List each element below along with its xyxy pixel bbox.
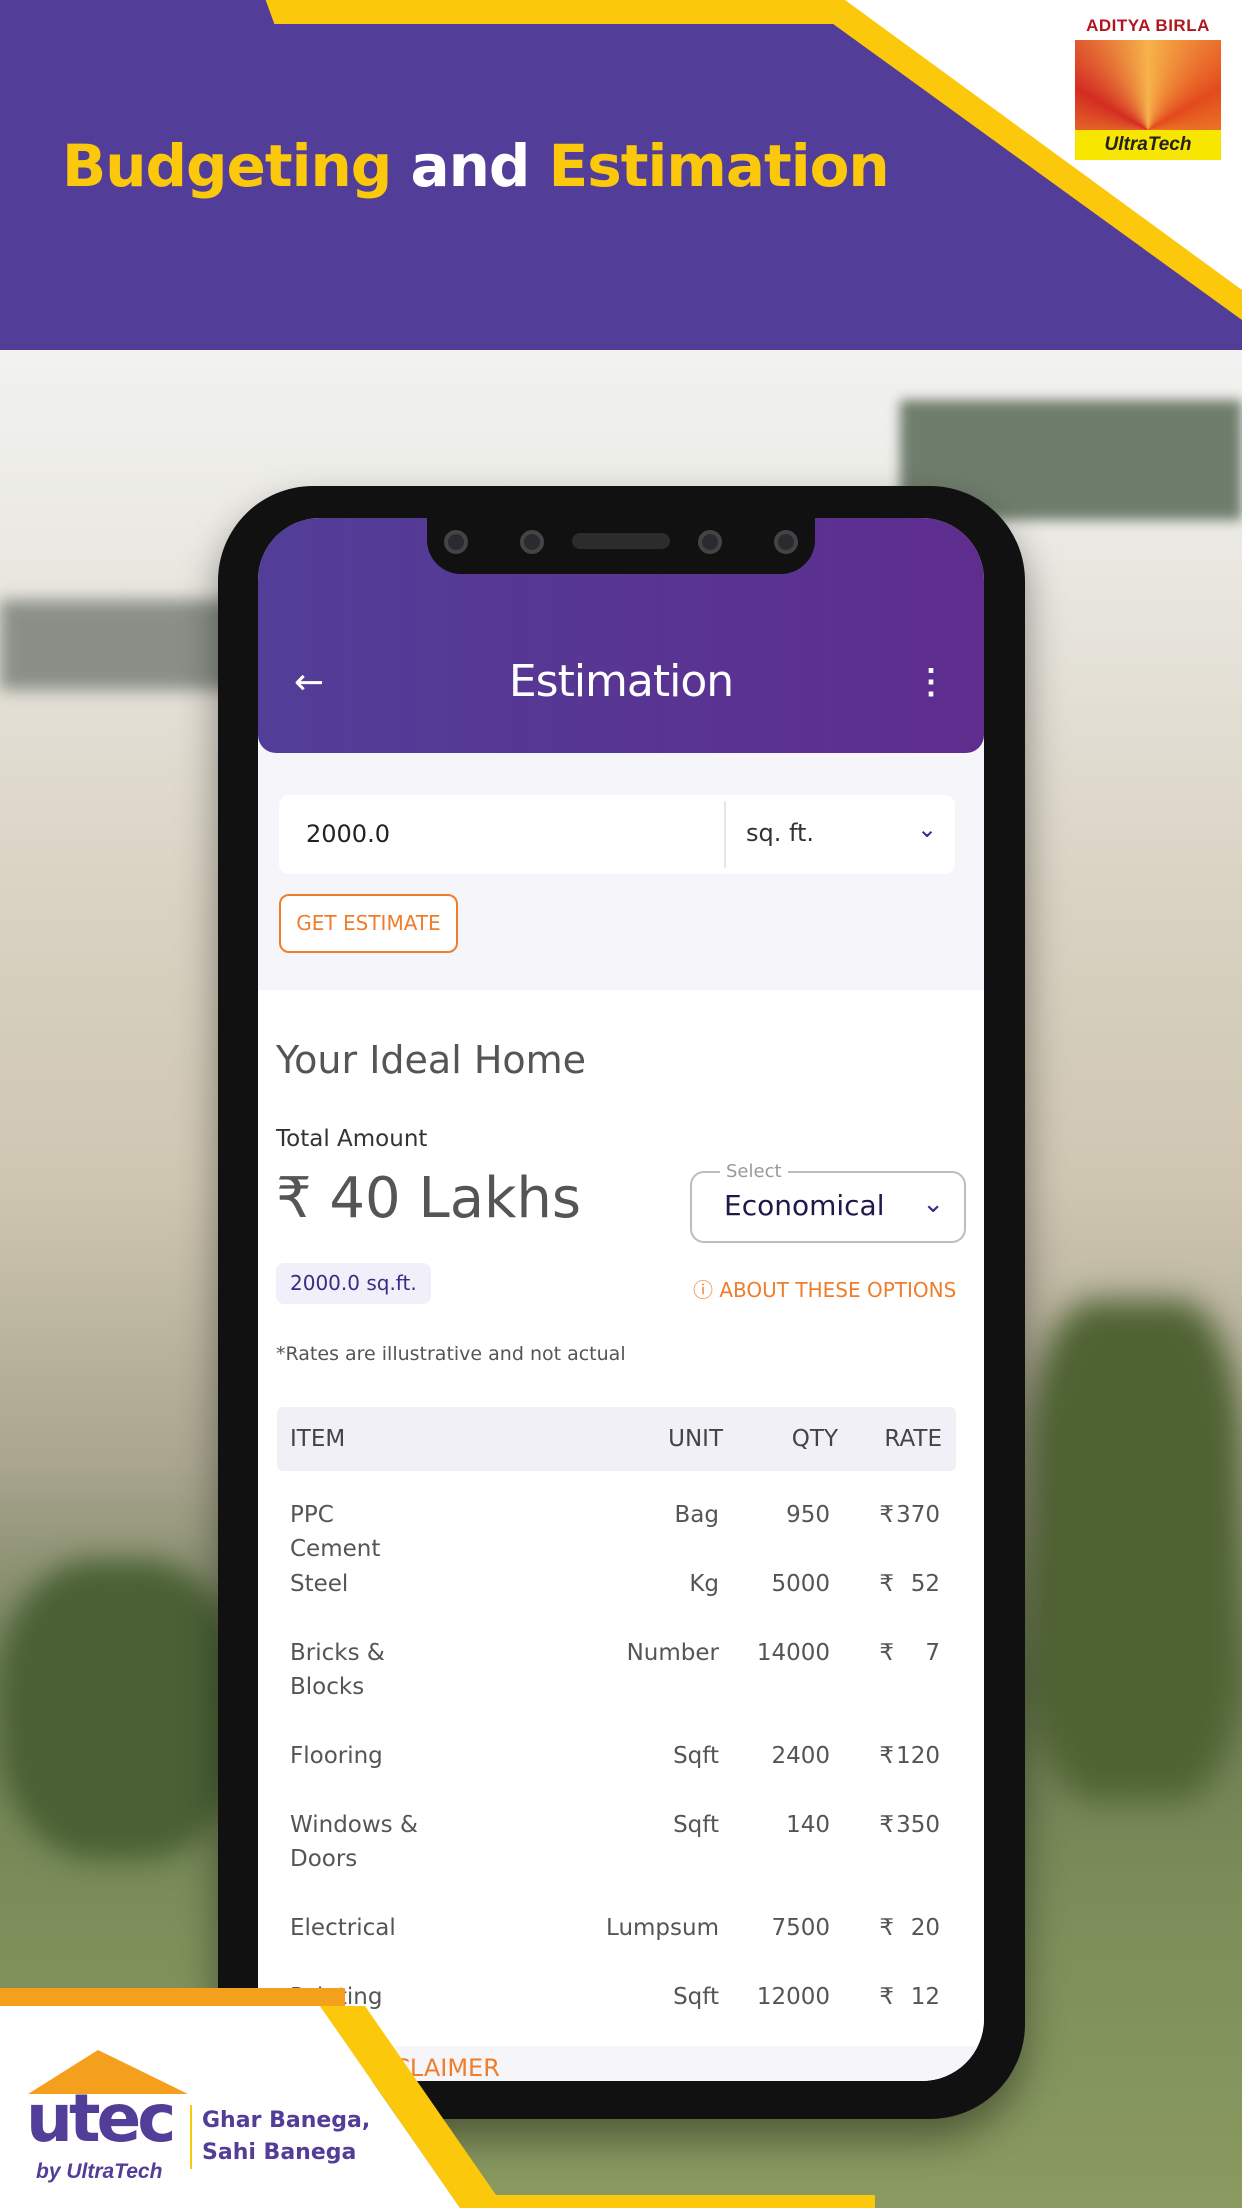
cell-rate: 370: [896, 1502, 940, 1528]
title-part: Budgeting: [62, 132, 392, 200]
logo-text: by UltraTech: [36, 2160, 163, 2183]
info-icon: ⓘ: [693, 1278, 713, 1302]
yellow-stripe: [265, 0, 835, 24]
camera-icon: [774, 530, 798, 554]
unit-select[interactable]: sq. ft.: [746, 819, 814, 847]
cell-item: Electrical: [290, 1915, 396, 1941]
about-options-link[interactable]: ⓘ ABOUT THESE OPTIONS: [693, 1274, 956, 1303]
total-label: Total Amount: [276, 1126, 428, 1152]
tagline-line: Ghar Banega,: [202, 2108, 371, 2133]
cell-qty: 12000: [756, 1984, 830, 2010]
cell-cur: ₹: [879, 1743, 894, 1769]
background-roof: [0, 600, 240, 690]
cell-rate: 20: [910, 1915, 940, 1941]
cell-unit: Lumpsum: [606, 1915, 719, 1941]
speaker-grille: [572, 533, 670, 549]
area-input-row: 2000.0 sq. ft. ⌄: [279, 795, 955, 874]
camera-icon: [520, 530, 544, 554]
cell-cur: ₹: [879, 1640, 894, 1666]
section-title: Your Ideal Home: [276, 1038, 587, 1082]
total-amount: ₹ 40 Lakhs: [276, 1166, 582, 1231]
cell-cur: ₹: [879, 1984, 894, 2010]
tagline: Ghar Banega, Sahi Banega: [190, 2105, 370, 2169]
cell-cur: ₹: [879, 1571, 894, 1597]
tagline-line: Sahi Banega: [202, 2140, 357, 2165]
cell-item: PPC Cement: [290, 1502, 381, 1562]
cell-unit: Kg: [689, 1571, 719, 1597]
select-label: Select: [720, 1161, 788, 1182]
yellow-stripe: [475, 2195, 875, 2208]
cell-cur: ₹: [879, 1812, 894, 1838]
table-header: ITEM UNIT QTY RATE: [277, 1407, 956, 1471]
logo-text: ADITYA BIRLA: [1086, 16, 1210, 35]
cell-item: Steel: [290, 1571, 349, 1597]
cell-unit: Bag: [674, 1502, 719, 1528]
cell-rate: 350: [896, 1812, 940, 1838]
more-vertical-icon[interactable]: ⋮: [914, 662, 948, 702]
cell-rate: 12: [910, 1984, 940, 2010]
package-select[interactable]: Select Economical ⌄: [690, 1161, 966, 1243]
cell-rate: 7: [925, 1640, 940, 1666]
cell-unit: Sqft: [673, 1812, 719, 1838]
column-header: UNIT: [668, 1426, 723, 1452]
cell-item: Bricks & Blocks: [290, 1640, 385, 1700]
about-label: ABOUT THESE OPTIONS: [719, 1278, 957, 1302]
cell-unit: Number: [626, 1640, 719, 1666]
cell-cur: ₹: [879, 1502, 894, 1528]
column-header: ITEM: [290, 1426, 346, 1452]
cell-qty: 14000: [756, 1640, 830, 1666]
cell-qty: 5000: [771, 1571, 830, 1597]
cell-qty: 140: [786, 1812, 830, 1838]
title-part: and: [410, 132, 531, 200]
rates-note: *Rates are illustrative and not actual: [276, 1343, 626, 1365]
divider: [724, 801, 726, 868]
aditya-birla-logo: ADITYA BIRLA UltraTech: [1075, 16, 1221, 161]
cell-item: Windows & Doors: [290, 1812, 418, 1872]
logo-text: UltraTech: [1075, 130, 1221, 160]
select-value: Economical: [724, 1189, 885, 1222]
title-part: Estimation: [548, 132, 890, 200]
chevron-down-icon: ⌄: [922, 1189, 944, 1219]
promo-banner: Budgeting and Estimation ADITYA BIRLA Ul…: [0, 0, 1242, 350]
utec-logo: utec by UltraTech: [18, 2050, 188, 2183]
background-bush: [0, 1560, 240, 1860]
column-header: QTY: [791, 1426, 838, 1452]
logo-text: utec: [26, 2080, 176, 2157]
cell-item: Flooring: [290, 1743, 383, 1769]
cell-qty: 7500: [771, 1915, 830, 1941]
cell-unit: Sqft: [673, 1743, 719, 1769]
logo-emblem: [1075, 40, 1221, 130]
area-input[interactable]: 2000.0: [306, 820, 390, 848]
cell-qty: 950: [786, 1502, 830, 1528]
cell-rate: 52: [910, 1571, 940, 1597]
cell-rate: 120: [896, 1743, 940, 1769]
camera-icon: [698, 530, 722, 554]
banner-title: Budgeting and Estimation: [62, 132, 890, 200]
cell-qty: 2400: [771, 1743, 830, 1769]
phone-screen: ← Estimation ⋮ 2000.0 sq. ft. ⌄ GET ESTI…: [258, 518, 984, 2081]
page-title: Estimation: [508, 656, 734, 707]
area-chip: 2000.0 sq.ft.: [276, 1263, 431, 1304]
background-bush: [1030, 1300, 1242, 1800]
cell-unit: Sqft: [673, 1984, 719, 2010]
camera-icon: [444, 530, 468, 554]
column-header: RATE: [884, 1426, 942, 1452]
get-estimate-button[interactable]: GET ESTIMATE: [279, 894, 458, 953]
chevron-down-icon[interactable]: ⌄: [917, 815, 937, 843]
cell-cur: ₹: [879, 1915, 894, 1941]
